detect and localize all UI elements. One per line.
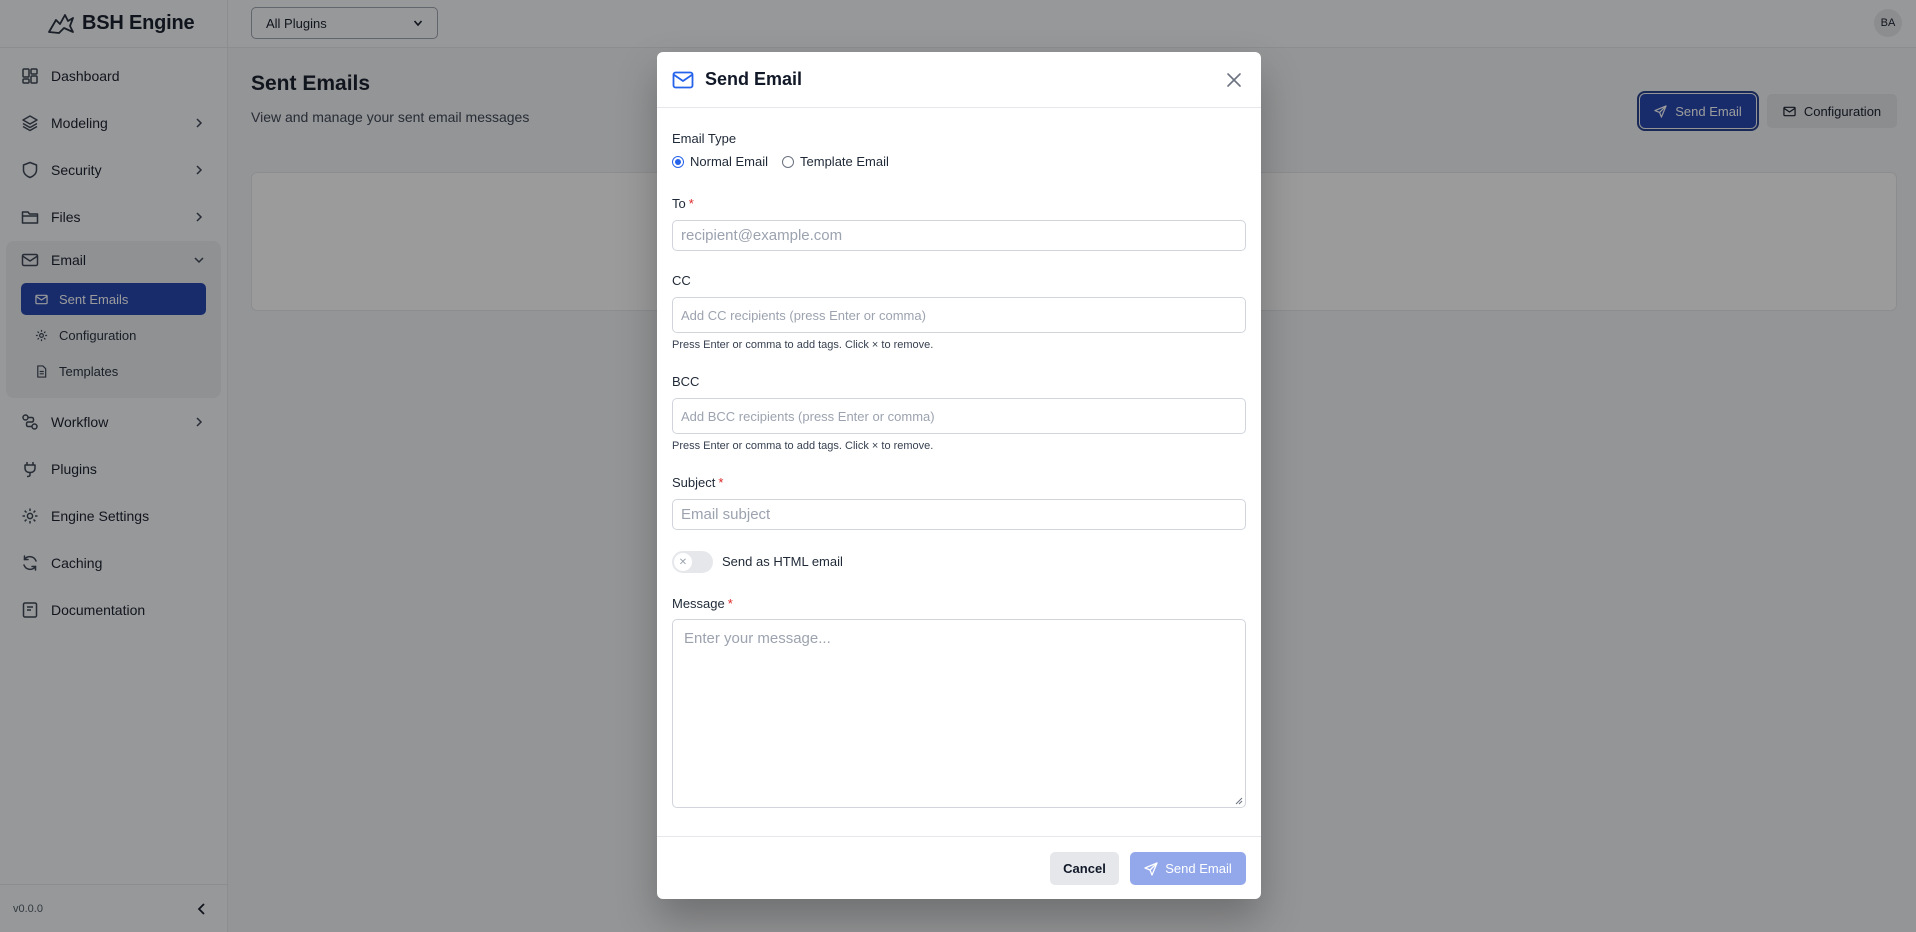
modal-title: Send Email bbox=[705, 69, 803, 89]
mail-icon bbox=[672, 71, 694, 88]
subject-label: Subject * bbox=[672, 475, 723, 490]
to-label-text: To bbox=[672, 196, 686, 211]
to-placeholder: recipient@example.com bbox=[681, 227, 843, 244]
email-type-radio-group: Normal Email Template Email bbox=[672, 154, 903, 169]
message-textarea[interactable]: Enter your message... bbox=[672, 619, 1246, 808]
message-placeholder: Enter your message... bbox=[684, 630, 831, 647]
toggle-off-icon: ✕ bbox=[674, 553, 692, 571]
close-icon[interactable] bbox=[1225, 71, 1243, 89]
radio-normal-email[interactable] bbox=[672, 155, 684, 168]
send-email-submit-button[interactable]: Send Email bbox=[1130, 852, 1246, 885]
html-email-toggle-label[interactable]: Send as HTML email bbox=[722, 554, 843, 569]
message-label: Message * bbox=[672, 596, 733, 611]
email-type-label: Email Type bbox=[672, 131, 737, 146]
bcc-placeholder: Add BCC recipients (press Enter or comma… bbox=[681, 408, 935, 424]
message-label-text: Message bbox=[672, 596, 725, 611]
cancel-button[interactable]: Cancel bbox=[1050, 852, 1119, 885]
send-email-submit-label: Send Email bbox=[1165, 861, 1232, 876]
modal-header: Send Email bbox=[657, 52, 1261, 108]
radio-normal-email-label[interactable]: Normal Email bbox=[690, 154, 768, 169]
subject-placeholder: Email subject bbox=[681, 506, 771, 523]
to-label: To * bbox=[672, 196, 694, 211]
modal-footer: Cancel Send Email bbox=[657, 836, 1261, 899]
send-icon bbox=[1144, 861, 1158, 876]
required-mark: * bbox=[718, 475, 724, 490]
cc-label: CC bbox=[672, 273, 691, 288]
radio-template-email[interactable] bbox=[782, 155, 795, 168]
required-mark: * bbox=[727, 596, 733, 611]
cc-help-text: Press Enter or comma to add tags. Click … bbox=[672, 339, 934, 351]
subject-label-text: Subject bbox=[672, 475, 716, 490]
bcc-label: BCC bbox=[672, 374, 700, 389]
html-email-toggle[interactable]: ✕ bbox=[672, 551, 713, 573]
resize-handle-icon[interactable] bbox=[1235, 797, 1243, 805]
bcc-input[interactable]: Add BCC recipients (press Enter or comma… bbox=[672, 398, 1246, 434]
subject-input[interactable]: Email subject bbox=[672, 499, 1246, 530]
cc-placeholder: Add CC recipients (press Enter or comma) bbox=[681, 307, 926, 323]
send-email-modal: Send Email Email Type Normal Email Templ… bbox=[657, 52, 1261, 899]
bcc-help-text: Press Enter or comma to add tags. Click … bbox=[672, 440, 934, 452]
to-input[interactable]: recipient@example.com bbox=[672, 220, 1246, 251]
cc-input[interactable]: Add CC recipients (press Enter or comma) bbox=[672, 297, 1246, 333]
required-mark: * bbox=[688, 196, 694, 211]
radio-template-email-label[interactable]: Template Email bbox=[800, 154, 889, 169]
